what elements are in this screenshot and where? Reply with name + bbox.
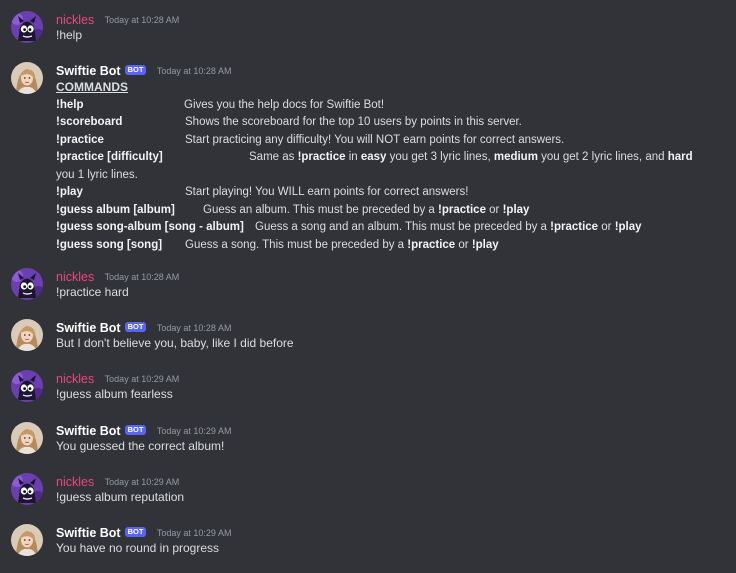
timestamp: Today at 10:29 AM xyxy=(156,527,232,538)
command-name: !practice [difficulty] xyxy=(56,151,163,163)
message-text: You guessed the correct album! xyxy=(56,439,225,453)
username[interactable]: nickles xyxy=(56,372,94,386)
command-desc: Gives you the help docs for Swiftie Bot! xyxy=(184,98,385,111)
command-desc: Same as !practice in easy you get 3 lyri… xyxy=(249,151,693,163)
message-text: You have no round in progress xyxy=(56,541,220,555)
command-row: !guess album [album] Guess an album. Thi… xyxy=(56,202,726,220)
command-name: !guess album [album] xyxy=(56,203,175,216)
nickles-avatar-icon[interactable] xyxy=(11,268,43,300)
username[interactable]: Swiftie Bot xyxy=(56,321,121,335)
command-row: !help Gives you the help docs for Swifti… xyxy=(56,97,726,115)
bot-avatar-icon[interactable] xyxy=(11,524,43,556)
bot-avatar-icon[interactable] xyxy=(11,62,43,94)
timestamp: Today at 10:29 AM xyxy=(104,476,180,487)
timestamp: Today at 10:28 AM xyxy=(156,65,232,76)
username[interactable]: nickles xyxy=(56,13,94,27)
command-row: !practice [difficulty] Same as !practice… xyxy=(56,149,726,167)
message-text: !guess album fearless xyxy=(56,387,173,401)
message-text: !help xyxy=(56,28,83,42)
timestamp: Today at 10:29 AM xyxy=(104,373,180,384)
bot-badge: BOT xyxy=(124,64,147,75)
command-desc: Shows the scoreboard for the top 10 user… xyxy=(185,116,522,128)
message-text: But I don't believe you, baby, like I di… xyxy=(56,336,294,350)
command-name: !guess song-album [song - album] xyxy=(56,221,244,233)
username[interactable]: nickles xyxy=(56,270,94,284)
timestamp: Today at 10:29 AM xyxy=(156,425,232,436)
bot-badge: BOT xyxy=(124,526,147,537)
command-desc: Start playing! You WILL earn points for … xyxy=(185,186,469,198)
command-name: !help xyxy=(56,98,84,111)
timestamp: Today at 10:28 AM xyxy=(156,322,232,333)
timestamp: Today at 10:28 AM xyxy=(104,14,180,25)
nickles-avatar-icon[interactable] xyxy=(11,370,43,402)
command-row: !play Start playing! You WILL earn point… xyxy=(56,184,726,202)
command-name: !play xyxy=(56,186,83,198)
command-row: !guess song [song] Guess a song. This mu… xyxy=(56,237,726,255)
command-name: !guess song [song] xyxy=(56,238,163,251)
command-row: !practice Start practicing any difficult… xyxy=(56,132,726,150)
message-text: !guess album reputation xyxy=(56,490,185,504)
nickles-avatar-icon[interactable] xyxy=(11,11,43,43)
username[interactable]: Swiftie Bot xyxy=(56,424,121,438)
command-desc: Guess a song. This must be preceded by a… xyxy=(185,238,499,251)
username[interactable]: nickles xyxy=(56,475,94,489)
command-desc-wrap: you 1 lyric lines. xyxy=(56,168,138,181)
command-desc: Guess a song and an album. This must be … xyxy=(255,221,642,233)
command-row: !scoreboard Shows the scoreboard for the… xyxy=(56,114,726,132)
command-name: !scoreboard xyxy=(56,116,123,128)
bot-avatar-icon[interactable] xyxy=(11,422,43,454)
command-name: !practice xyxy=(56,133,104,146)
username[interactable]: Swiftie Bot xyxy=(56,64,121,78)
bot-avatar-icon[interactable] xyxy=(11,319,43,351)
help-docs: COMMANDS !help Gives you the help docs f… xyxy=(56,79,726,254)
command-desc: Start practicing any difficulty! You wil… xyxy=(185,133,565,146)
message-text: !practice hard xyxy=(56,285,129,299)
command-row: !guess song-album [song - album] Guess a… xyxy=(56,219,726,237)
username[interactable]: Swiftie Bot xyxy=(56,526,121,540)
help-title: COMMANDS xyxy=(56,80,128,94)
bot-badge: BOT xyxy=(124,321,147,332)
nickles-avatar-icon[interactable] xyxy=(11,473,43,505)
bot-badge: BOT xyxy=(124,424,147,435)
timestamp: Today at 10:28 AM xyxy=(104,271,180,282)
command-desc: Guess an album. This must be preceded by… xyxy=(203,203,530,216)
